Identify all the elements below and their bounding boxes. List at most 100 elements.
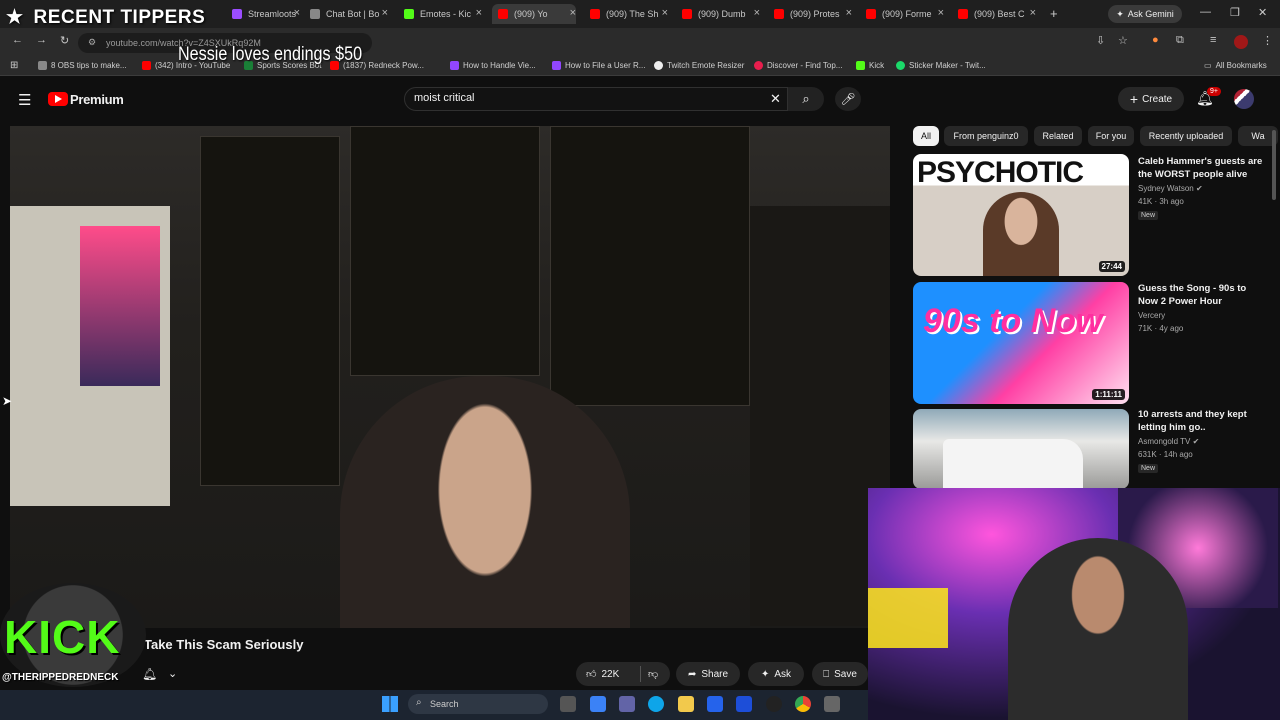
new-tab-button[interactable]: + (1050, 6, 1058, 21)
close-window-icon[interactable]: ✕ (1258, 6, 1267, 19)
bookmark-item[interactable]: Discover - Find Top... (754, 61, 842, 70)
apps-grid-icon[interactable]: ⊞ (10, 60, 18, 71)
close-tab-icon[interactable]: × (570, 7, 576, 19)
thumbs-down-icon[interactable]: 👎︎ (648, 668, 658, 680)
close-tab-icon[interactable]: × (754, 7, 760, 19)
bookmark-item[interactable]: Kick (856, 61, 884, 70)
bookmark-item[interactable]: Twitch Emote Resizer (654, 61, 744, 70)
reload-icon[interactable]: ↻ (60, 34, 69, 47)
chip-recently-uploaded[interactable]: Recently uploaded (1140, 126, 1232, 146)
app-icon[interactable] (590, 696, 606, 712)
video-thumbnail[interactable]: PSYCHOTIC 27:44 (913, 154, 1129, 276)
close-tab-icon[interactable]: × (476, 7, 482, 19)
bookmark-icon: ⎕ (823, 668, 830, 680)
youtube-logo-icon[interactable] (48, 92, 68, 106)
maximize-icon[interactable]: ❐ (1230, 6, 1240, 19)
close-tab-icon[interactable]: × (938, 7, 944, 19)
ask-gemini-button[interactable]: ✦ Ask Gemini (1108, 5, 1182, 23)
all-bookmarks[interactable]: ▭ All Bookmarks (1204, 61, 1267, 70)
recommendation-channel[interactable]: Sydney Watson ✔ (1138, 184, 1203, 193)
mouse-cursor-icon: ➤ (2, 394, 13, 408)
chrome-icon[interactable] (795, 696, 811, 712)
chatbot-icon (310, 9, 320, 19)
youtube-icon (866, 9, 876, 19)
chip-all[interactable]: All (913, 126, 939, 146)
obs-icon[interactable] (766, 696, 782, 712)
background-shelf (200, 136, 340, 486)
close-tab-icon[interactable]: × (382, 7, 388, 19)
video-thumbnail[interactable] (913, 409, 1129, 489)
install-app-icon[interactable]: ⇩ (1096, 34, 1105, 47)
tab-youtube-3[interactable]: (909) Dumb × (682, 4, 760, 24)
recommendation-title[interactable]: 10 arrests and they kept letting him go.… (1138, 408, 1263, 434)
tab-chatbot[interactable]: Chat Bot | Bo × (310, 4, 388, 24)
divider (640, 666, 641, 682)
tab-youtube-active[interactable]: (909) Yo × (492, 4, 576, 24)
site-info-icon[interactable]: ⚙ (88, 37, 96, 48)
menu-dots-icon[interactable]: ⋮ (1262, 34, 1273, 47)
close-tab-icon[interactable]: × (662, 7, 668, 19)
video-thumbnail[interactable]: 90s to Now 1:11:11 (913, 282, 1129, 404)
tab-youtube-2[interactable]: (909) The Sh × (590, 4, 668, 24)
bookmark-item[interactable]: How to File a User R... (552, 61, 645, 70)
subscribe-bell-icon[interactable]: 🔔︎ (142, 667, 157, 681)
recommendation-meta: 71K · 4y ago (1138, 324, 1184, 333)
taskbar-search[interactable]: Search (408, 694, 548, 714)
profile-avatar[interactable] (1234, 35, 1248, 49)
tab-youtube-5[interactable]: (909) Forme × (866, 4, 944, 24)
chip-from-channel[interactable]: From penguinz0 (944, 126, 1028, 146)
account-avatar[interactable] (1234, 89, 1254, 109)
hamburger-menu-icon[interactable]: ☰ (18, 91, 31, 109)
save-button[interactable]: ⎕ Save (812, 662, 868, 686)
like-count[interactable]: 22K (601, 669, 619, 680)
recommendation-title[interactable]: Guess the Song - 90s to Now 2 Power Hour (1138, 282, 1263, 308)
youtube-icon (498, 9, 508, 19)
sidebar-scrollbar[interactable] (1272, 130, 1276, 200)
clear-search-icon[interactable]: ✕ (770, 91, 781, 107)
forward-icon[interactable]: → (36, 34, 47, 46)
share-button[interactable]: ➦ Share (676, 662, 740, 686)
bookmark-item[interactable]: How to Handle Vie... (450, 61, 536, 70)
gemini-icon: ✦ (1116, 8, 1124, 19)
edge-icon[interactable] (648, 696, 664, 712)
close-tab-icon[interactable]: × (1030, 7, 1036, 19)
extension-icon[interactable]: ● (1152, 34, 1159, 46)
ask-button[interactable]: ✦ Ask (748, 662, 804, 686)
back-icon[interactable]: ← (12, 34, 23, 46)
extensions-puzzle-icon[interactable]: ⧉ (1176, 34, 1184, 47)
bookmark-item[interactable]: Sticker Maker - Twit... (896, 61, 986, 70)
bookmark-item[interactable]: 8 OBS tips to make... (38, 61, 127, 70)
chip-for-you[interactable]: For you (1088, 126, 1134, 146)
notification-count-badge: 9+ (1207, 87, 1221, 96)
reading-list-icon[interactable]: ≡ (1210, 34, 1216, 46)
recommendation-channel[interactable]: Asmongold TV ✔ (1138, 437, 1199, 446)
close-tab-icon[interactable]: × (846, 7, 852, 19)
recommendation-channel[interactable]: Vercery (1138, 311, 1165, 320)
tab-youtube-6[interactable]: (909) Best C × (958, 4, 1036, 24)
bookmark-star-icon[interactable]: ☆ (1118, 34, 1128, 47)
close-tab-icon[interactable]: × (294, 7, 300, 19)
search-button[interactable]: ⌕ (788, 87, 824, 111)
file-explorer-icon[interactable] (678, 696, 694, 712)
chip-related[interactable]: Related (1034, 126, 1082, 146)
create-button[interactable]: + Create (1118, 87, 1184, 111)
task-view-icon[interactable] (560, 696, 576, 712)
chevron-down-icon[interactable]: ⌄ (168, 667, 177, 680)
recommendation-title[interactable]: Caleb Hammer's guests are the WORST peop… (1138, 155, 1263, 181)
app-icon[interactable] (824, 696, 840, 712)
windows-start-icon[interactable] (382, 696, 398, 712)
folder-icon: ▭ (1204, 61, 1212, 70)
thumbs-up-icon[interactable]: 👍︎ (586, 668, 596, 680)
tab-emotes-kick[interactable]: Emotes - Kic × (404, 4, 482, 24)
tab-streamloots[interactable]: Streamloots × (232, 4, 300, 24)
voice-search-button[interactable]: 🎤︎ (835, 87, 861, 111)
video-player[interactable] (10, 126, 890, 628)
youtube-premium-logo[interactable]: Premium (70, 92, 124, 107)
teams-icon[interactable] (619, 696, 635, 712)
outlook-icon[interactable] (736, 696, 752, 712)
minimize-icon[interactable]: — (1200, 6, 1211, 18)
store-icon[interactable] (707, 696, 723, 712)
new-badge: New (1138, 464, 1159, 473)
tab-youtube-4[interactable]: (909) Protes × (774, 4, 852, 24)
recent-tippers-overlay: ★ RECENT TIPPERS (6, 6, 206, 29)
